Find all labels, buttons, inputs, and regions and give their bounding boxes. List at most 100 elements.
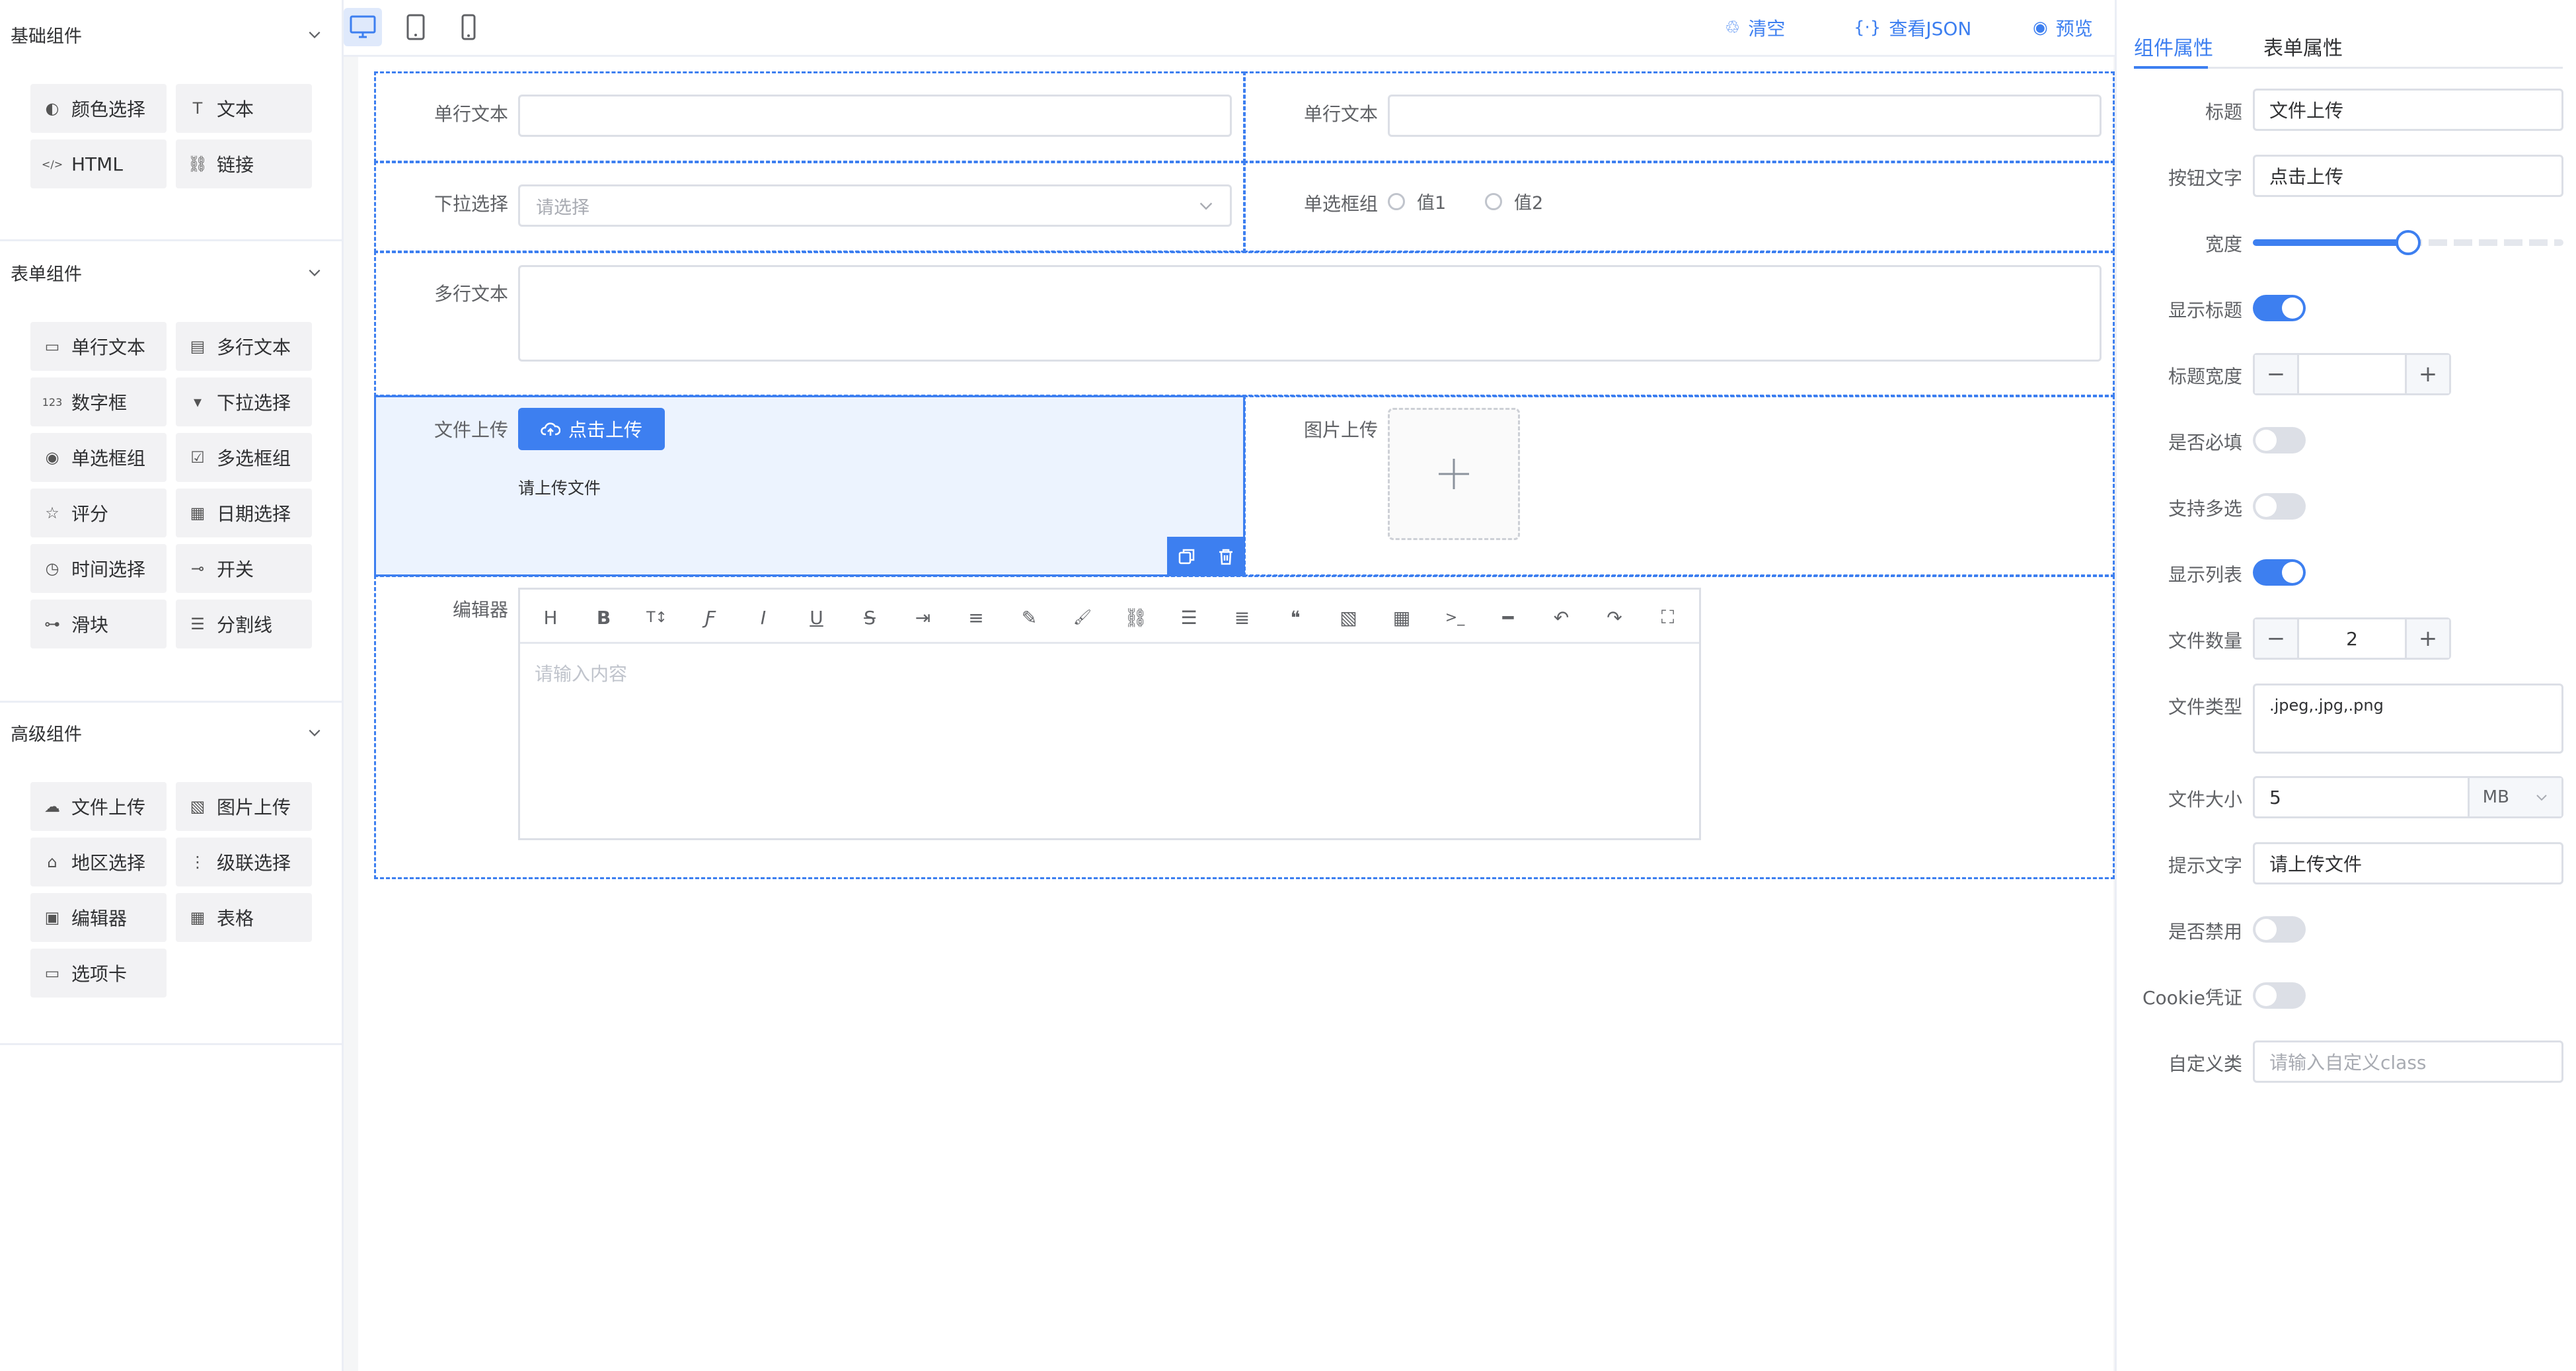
bold-icon[interactable]: B <box>591 604 617 631</box>
file-size-input[interactable]: 5 <box>2255 787 2468 808</box>
link-icon[interactable]: ⛓ <box>1123 604 1149 631</box>
advanced-group-header[interactable]: 高级组件 <box>11 713 322 752</box>
component-tile[interactable]: ▦ 日期选择 <box>176 489 312 537</box>
textarea[interactable] <box>518 265 2102 362</box>
line-height-icon[interactable]: ≡ <box>963 604 989 631</box>
text-input[interactable] <box>518 95 1232 137</box>
file-size-unit-select[interactable]: MB <box>2468 778 2561 816</box>
tab-component-props[interactable]: 组件属性 <box>2134 32 2213 61</box>
editor-placeholder[interactable]: 请输入内容 <box>535 660 627 686</box>
image-upload-box[interactable] <box>1388 408 1520 540</box>
desktop-view-button[interactable] <box>344 8 382 46</box>
delete-icon[interactable] <box>1217 547 1235 566</box>
disabled-switch[interactable] <box>2253 916 2306 943</box>
decrement-button[interactable]: − <box>2255 355 2297 393</box>
tip-input[interactable]: 请上传文件 <box>2253 842 2563 884</box>
form-item-select[interactable]: 下拉选择 请选择 <box>374 161 1245 253</box>
width-slider[interactable] <box>2253 230 2563 255</box>
table-icon[interactable]: ▦ <box>1388 604 1415 631</box>
tablet-view-button[interactable] <box>397 8 435 46</box>
component-tile[interactable]: ▭ 单行文本 <box>30 322 167 371</box>
radio-option[interactable]: 值1 <box>1388 188 1446 214</box>
preview-button[interactable]: ◉ 预览 <box>2033 15 2093 41</box>
underline-icon[interactable]: U <box>804 604 830 631</box>
select-input[interactable]: 请选择 <box>518 184 1232 227</box>
basic-group-header[interactable]: 基础组件 <box>11 15 322 54</box>
required-switch[interactable] <box>2253 427 2306 453</box>
upload-button[interactable]: 点击上传 <box>518 408 665 450</box>
cookie-switch[interactable] <box>2253 982 2306 1009</box>
component-tile[interactable]: ▤ 多行文本 <box>176 322 312 371</box>
heading-icon[interactable]: H <box>537 604 564 631</box>
component-tile[interactable]: </> HTML <box>30 139 167 188</box>
show-list-switch[interactable] <box>2253 559 2306 586</box>
component-tile[interactable]: ◷ 时间选择 <box>30 544 167 593</box>
component-tile[interactable]: ⊶ 滑块 <box>30 600 167 648</box>
fullscreen-icon[interactable]: ⛶ <box>1655 604 1681 631</box>
stepper-value[interactable]: 2 <box>2297 619 2407 658</box>
clear-button[interactable]: ♲ 清空 <box>1725 15 1785 41</box>
component-tile[interactable]: ▣ 编辑器 <box>30 893 167 942</box>
component-tile[interactable]: ☑ 多选框组 <box>176 433 312 482</box>
form-item-editor[interactable]: 编辑器 H B T↕ Ƒ I U S ⇥ ≡ ✎ 🖌 ⛓ ☰ ≣ ❝ ▧ ▦ >_ ━ ↶ ↷ ⛶ 请输入内容 <box>374 575 2115 879</box>
file-type-textarea[interactable]: .jpeg,.jpg,.png <box>2253 684 2563 754</box>
view-json-button[interactable]: {·} 查看JSON <box>1854 15 1971 41</box>
decrement-button[interactable]: − <box>2255 619 2297 658</box>
rich-text-editor[interactable]: H B T↕ Ƒ I U S ⇥ ≡ ✎ 🖌 ⛓ ☰ ≣ ❝ ▧ ▦ >_ ━ ↶ ↷ ⛶ 请输入内容 <box>518 588 1701 840</box>
component-tile[interactable]: ⊸ 开关 <box>176 544 312 593</box>
component-tile[interactable]: ⌂ 地区选择 <box>30 838 167 886</box>
form-item-file-upload-selected[interactable]: 文件上传 点击上传 请上传文件 <box>374 395 1245 576</box>
increment-button[interactable]: + <box>2407 355 2449 393</box>
align-icon[interactable]: ≣ <box>1229 604 1256 631</box>
form-item-radio[interactable]: 单选框组 值1 值2 <box>1244 161 2115 253</box>
button-text-input[interactable]: 点击上传 <box>2253 155 2563 197</box>
increment-button[interactable]: + <box>2407 619 2449 658</box>
component-tile[interactable]: ◐ 颜色选择 <box>30 84 167 133</box>
font-size-icon[interactable]: T↕ <box>644 604 670 631</box>
form-item-input[interactable]: 单行文本 <box>1244 71 2115 163</box>
multiple-switch[interactable] <box>2253 493 2306 520</box>
form-group-header[interactable]: 表单组件 <box>11 253 322 292</box>
image-icon[interactable]: ▧ <box>1336 604 1362 631</box>
background-color-icon[interactable]: 🖌 <box>1069 604 1096 631</box>
slider-handle[interactable] <box>2396 230 2421 255</box>
form-item-textarea[interactable]: 多行文本 <box>374 251 2115 397</box>
component-tile[interactable]: ◉ 单选框组 <box>30 433 167 482</box>
stepper-value[interactable] <box>2297 355 2407 393</box>
italic-icon[interactable]: I <box>750 604 777 631</box>
font-color-icon[interactable]: ✎ <box>1016 604 1043 631</box>
title-input[interactable]: 文件上传 <box>2253 89 2563 131</box>
form-item-input[interactable]: 单行文本 <box>374 71 1245 163</box>
title-width-stepper[interactable]: − + <box>2253 353 2451 395</box>
prop-label: Cookie凭证 <box>2142 987 2242 1009</box>
font-family-icon[interactable]: Ƒ <box>697 604 724 631</box>
code-icon[interactable]: >_ <box>1442 604 1468 631</box>
file-count-stepper[interactable]: − 2 + <box>2253 617 2451 660</box>
component-tile[interactable]: 123 数字框 <box>30 377 167 426</box>
custom-class-input[interactable]: 请输入自定义class <box>2253 1040 2563 1083</box>
component-tile[interactable]: ☁ 文件上传 <box>30 782 167 831</box>
divider-icon[interactable]: ━ <box>1495 604 1521 631</box>
component-tile[interactable]: ▭ 选项卡 <box>30 949 167 998</box>
component-tile[interactable]: ☰ 分割线 <box>176 600 312 648</box>
radio-option[interactable]: 值2 <box>1485 188 1543 214</box>
mobile-view-button[interactable] <box>449 8 488 46</box>
component-tile[interactable]: ▾ 下拉选择 <box>176 377 312 426</box>
bulleted-list-icon[interactable]: ☰ <box>1176 604 1202 631</box>
undo-icon[interactable]: ↶ <box>1548 604 1575 631</box>
component-tile[interactable]: ▦ 表格 <box>176 893 312 942</box>
strikethrough-icon[interactable]: S <box>856 604 883 631</box>
quote-icon[interactable]: ❝ <box>1282 604 1308 631</box>
indent-icon[interactable]: ⇥ <box>910 604 936 631</box>
tab-form-props[interactable]: 表单属性 <box>2263 32 2343 61</box>
component-tile[interactable]: ⛓ 链接 <box>176 139 312 188</box>
show-title-switch[interactable] <box>2253 295 2306 321</box>
text-input[interactable] <box>1388 95 2102 137</box>
copy-icon[interactable] <box>1178 547 1196 566</box>
component-tile[interactable]: ▧ 图片上传 <box>176 782 312 831</box>
component-tile[interactable]: ☆ 评分 <box>30 489 167 537</box>
redo-icon[interactable]: ↷ <box>1601 604 1628 631</box>
form-item-image-upload[interactable]: 图片上传 <box>1244 395 2115 576</box>
component-tile[interactable]: T 文本 <box>176 84 312 133</box>
component-tile[interactable]: ⋮ 级联选择 <box>176 838 312 886</box>
